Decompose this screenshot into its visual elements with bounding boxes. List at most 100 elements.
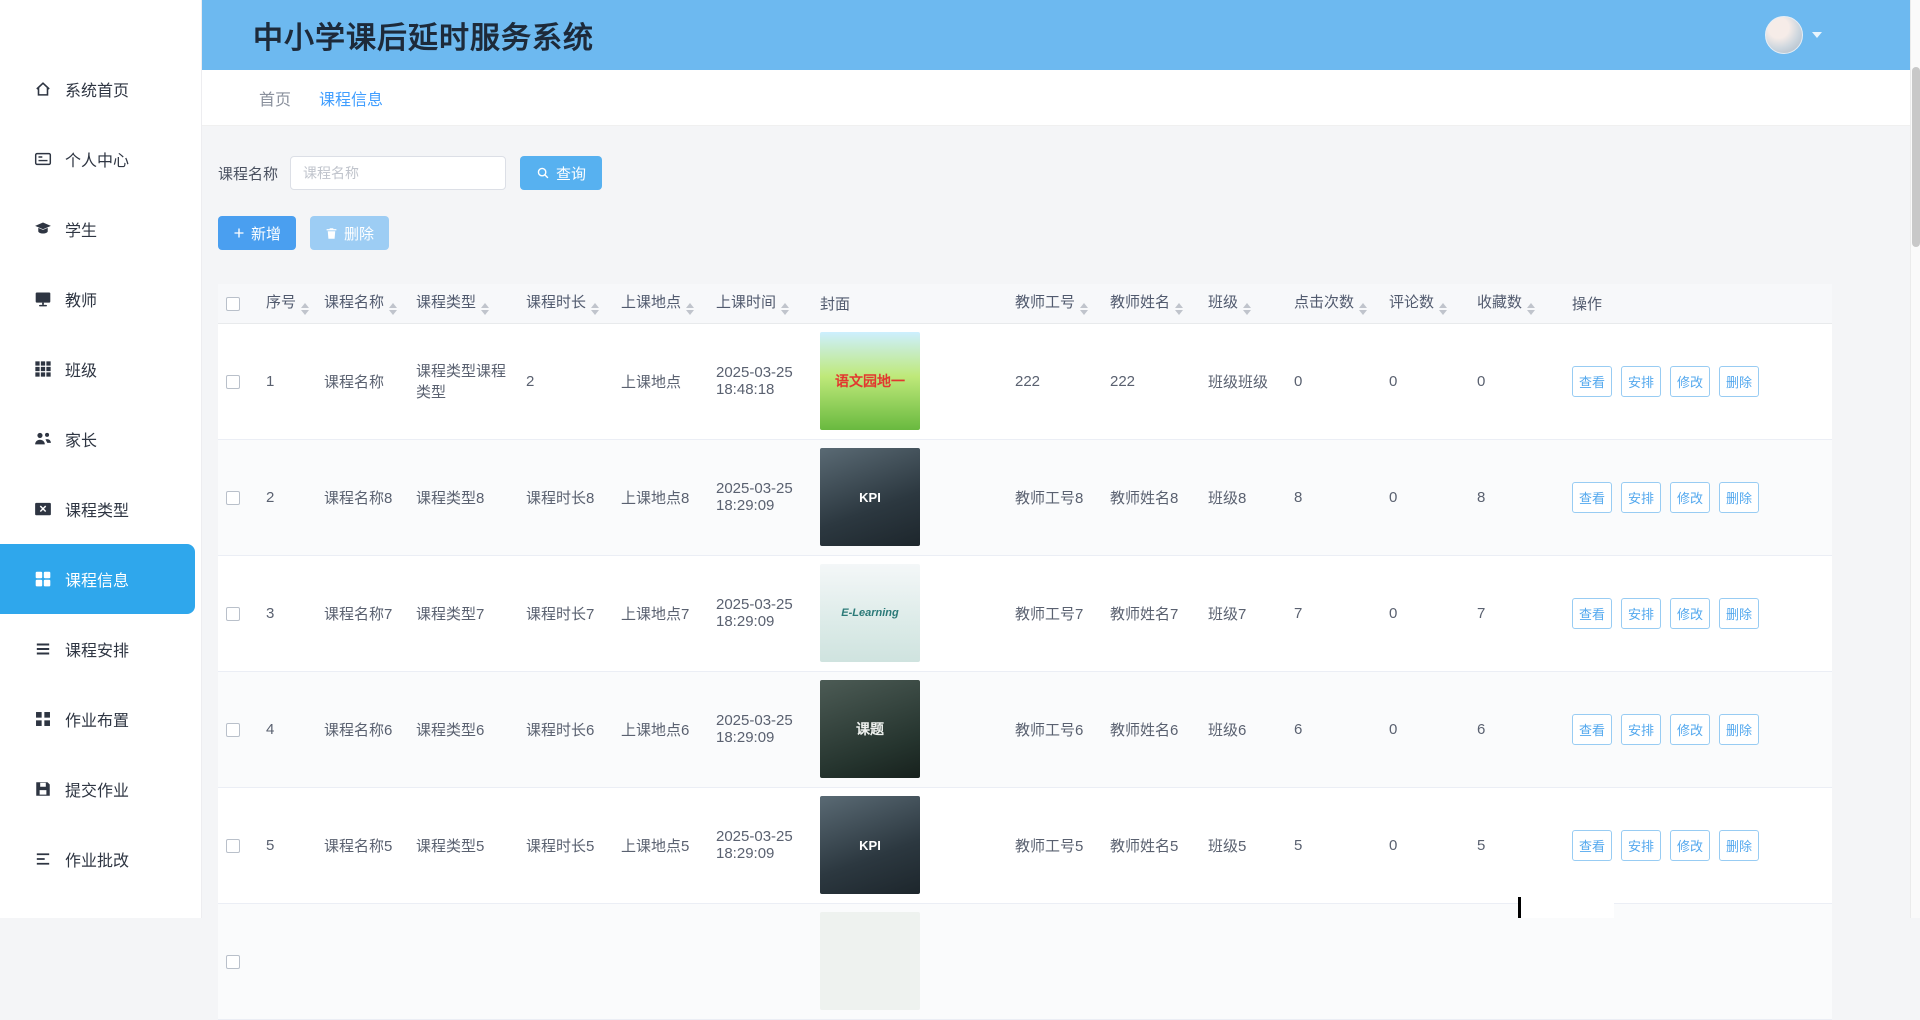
view-button[interactable]: 查看 xyxy=(1572,598,1612,629)
cell-teacher_name: 教师姓名8 xyxy=(1102,439,1200,555)
cell-course_type: 课程类型7 xyxy=(408,555,518,671)
edit-button[interactable]: 修改 xyxy=(1670,482,1710,513)
avatar[interactable] xyxy=(1765,16,1803,54)
cell-location: 上课地点6 xyxy=(613,671,708,787)
edit-button[interactable]: 修改 xyxy=(1670,714,1710,745)
course-cover-image: KPI xyxy=(820,448,920,546)
cell-time: 2025-03-25 18:48:18 xyxy=(708,323,812,439)
homework-assign-icon xyxy=(34,710,52,728)
row-checkbox[interactable] xyxy=(226,491,240,505)
arrange-button[interactable]: 安排 xyxy=(1621,830,1661,861)
sort-icon[interactable] xyxy=(389,303,397,315)
col-header-index[interactable]: 序号 xyxy=(258,284,316,323)
row-checkbox[interactable] xyxy=(226,955,240,969)
select-all-checkbox[interactable] xyxy=(226,297,240,311)
sort-icon[interactable] xyxy=(481,303,489,315)
cell-course_name: 课程名称8 xyxy=(316,439,408,555)
sort-icon[interactable] xyxy=(1359,303,1367,315)
sort-icon[interactable] xyxy=(1080,303,1088,315)
cell-teacher_no: 教师工号5 xyxy=(1007,787,1102,903)
view-button[interactable]: 查看 xyxy=(1572,714,1612,745)
breadcrumb-tabs: 首页 课程信息 xyxy=(202,70,1910,126)
sort-icon[interactable] xyxy=(301,303,309,315)
delete-button[interactable]: 删除 xyxy=(1719,830,1759,861)
col-header-clicks[interactable]: 点击次数 xyxy=(1286,284,1381,323)
delete-button[interactable]: 删除 xyxy=(1719,714,1759,745)
edit-button[interactable]: 修改 xyxy=(1670,830,1710,861)
row-checkbox[interactable] xyxy=(226,375,240,389)
col-header-duration[interactable]: 课程时长 xyxy=(518,284,613,323)
edit-button[interactable]: 修改 xyxy=(1670,366,1710,397)
sidebar-item-system-home[interactable]: 系统首页 xyxy=(0,54,195,124)
main-area: 中小学课后延时服务系统 首页课程信息 课程名称 查询 新增 xyxy=(202,0,1910,918)
arrange-button[interactable]: 安排 xyxy=(1621,598,1661,629)
col-header-location[interactable]: 上课地点 xyxy=(613,284,708,323)
view-button[interactable]: 查看 xyxy=(1572,366,1612,397)
delete-button[interactable]: 删除 xyxy=(310,216,389,250)
delete-button[interactable]: 删除 xyxy=(1719,598,1759,629)
arrange-button[interactable]: 安排 xyxy=(1621,714,1661,745)
tab-home[interactable]: 首页 xyxy=(259,86,291,110)
cell-duration: 2 xyxy=(518,323,613,439)
col-header-time[interactable]: 上课时间 xyxy=(708,284,812,323)
delete-button[interactable]: 删除 xyxy=(1719,366,1759,397)
class-icon xyxy=(34,360,52,378)
scrollbar[interactable] xyxy=(1910,0,1920,918)
view-button[interactable]: 查看 xyxy=(1572,482,1612,513)
cell-comments: 0 xyxy=(1381,439,1469,555)
add-button[interactable]: 新增 xyxy=(218,216,296,250)
sort-icon[interactable] xyxy=(1527,303,1535,315)
sidebar-item-personal-center[interactable]: 个人中心 xyxy=(0,124,195,194)
sidebar-item-homework-assign[interactable]: 作业布置 xyxy=(0,684,195,754)
col-header-course_name[interactable]: 课程名称 xyxy=(316,284,408,323)
sidebar-item-course-schedule[interactable]: 课程安排 xyxy=(0,614,195,684)
row-checkbox[interactable] xyxy=(226,723,240,737)
col-header-teacher_no[interactable]: 教师工号 xyxy=(1007,284,1102,323)
search-button[interactable]: 查询 xyxy=(520,156,602,190)
col-header-favorites[interactable]: 收藏数 xyxy=(1469,284,1564,323)
cell-cover: KPI xyxy=(812,787,1007,903)
col-header-teacher_name[interactable]: 教师姓名 xyxy=(1102,284,1200,323)
cell-clicks xyxy=(1286,903,1381,1019)
tab-course-info[interactable]: 课程信息 xyxy=(319,86,383,110)
delete-button[interactable]: 删除 xyxy=(1719,482,1759,513)
cell-class_name: 班级5 xyxy=(1200,787,1286,903)
edit-button[interactable]: 修改 xyxy=(1670,598,1710,629)
cell-class_name: 班级6 xyxy=(1200,671,1286,787)
sidebar-item-course-info[interactable]: 课程信息 xyxy=(0,544,195,614)
sidebar-item-student[interactable]: 学生 xyxy=(0,194,195,264)
user-menu[interactable] xyxy=(1765,16,1822,54)
view-button[interactable]: 查看 xyxy=(1572,830,1612,861)
sort-icon[interactable] xyxy=(591,303,599,315)
sidebar-item-course-type[interactable]: 课程类型 xyxy=(0,474,195,544)
sidebar-item-parent[interactable]: 家长 xyxy=(0,404,195,474)
cell-course_type: 课程类型课程类型 xyxy=(408,323,518,439)
content: 课程名称 查询 新增 删除 序号课程名称课程类型课 xyxy=(202,126,1910,1020)
sort-icon[interactable] xyxy=(1175,303,1183,315)
arrange-button[interactable]: 安排 xyxy=(1621,366,1661,397)
sort-icon[interactable] xyxy=(1243,303,1251,315)
cell-cover: E-Learning xyxy=(812,555,1007,671)
col-header-comments[interactable]: 评论数 xyxy=(1381,284,1469,323)
sidebar-item-class[interactable]: 班级 xyxy=(0,334,195,404)
arrange-button[interactable]: 安排 xyxy=(1621,482,1661,513)
sidebar-item-teacher[interactable]: 教师 xyxy=(0,264,195,334)
scrollbar-thumb[interactable] xyxy=(1912,67,1920,247)
sort-icon[interactable] xyxy=(781,303,789,315)
sidebar: 系统首页个人中心学生教师班级家长课程类型课程信息课程安排作业布置提交作业作业批改 xyxy=(0,0,202,918)
sidebar-item-label: 课程信息 xyxy=(65,567,129,591)
sort-icon[interactable] xyxy=(686,303,694,315)
sort-icon[interactable] xyxy=(1439,303,1447,315)
course-name-input[interactable] xyxy=(290,156,506,190)
cell-select xyxy=(218,787,258,903)
row-checkbox[interactable] xyxy=(226,607,240,621)
row-checkbox[interactable] xyxy=(226,839,240,853)
col-header-label: 教师工号 xyxy=(1015,294,1075,311)
col-header-course_type[interactable]: 课程类型 xyxy=(408,284,518,323)
sidebar-item-homework-submit[interactable]: 提交作业 xyxy=(0,754,195,824)
sidebar-item-label: 课程类型 xyxy=(65,497,129,521)
table-row: 1课程名称课程类型课程类型2上课地点2025-03-25 18:48:18语文园… xyxy=(218,323,1832,439)
sidebar-item-homework-review[interactable]: 作业批改 xyxy=(0,824,195,894)
col-header-class_name[interactable]: 班级 xyxy=(1200,284,1286,323)
table-row xyxy=(218,903,1832,1019)
